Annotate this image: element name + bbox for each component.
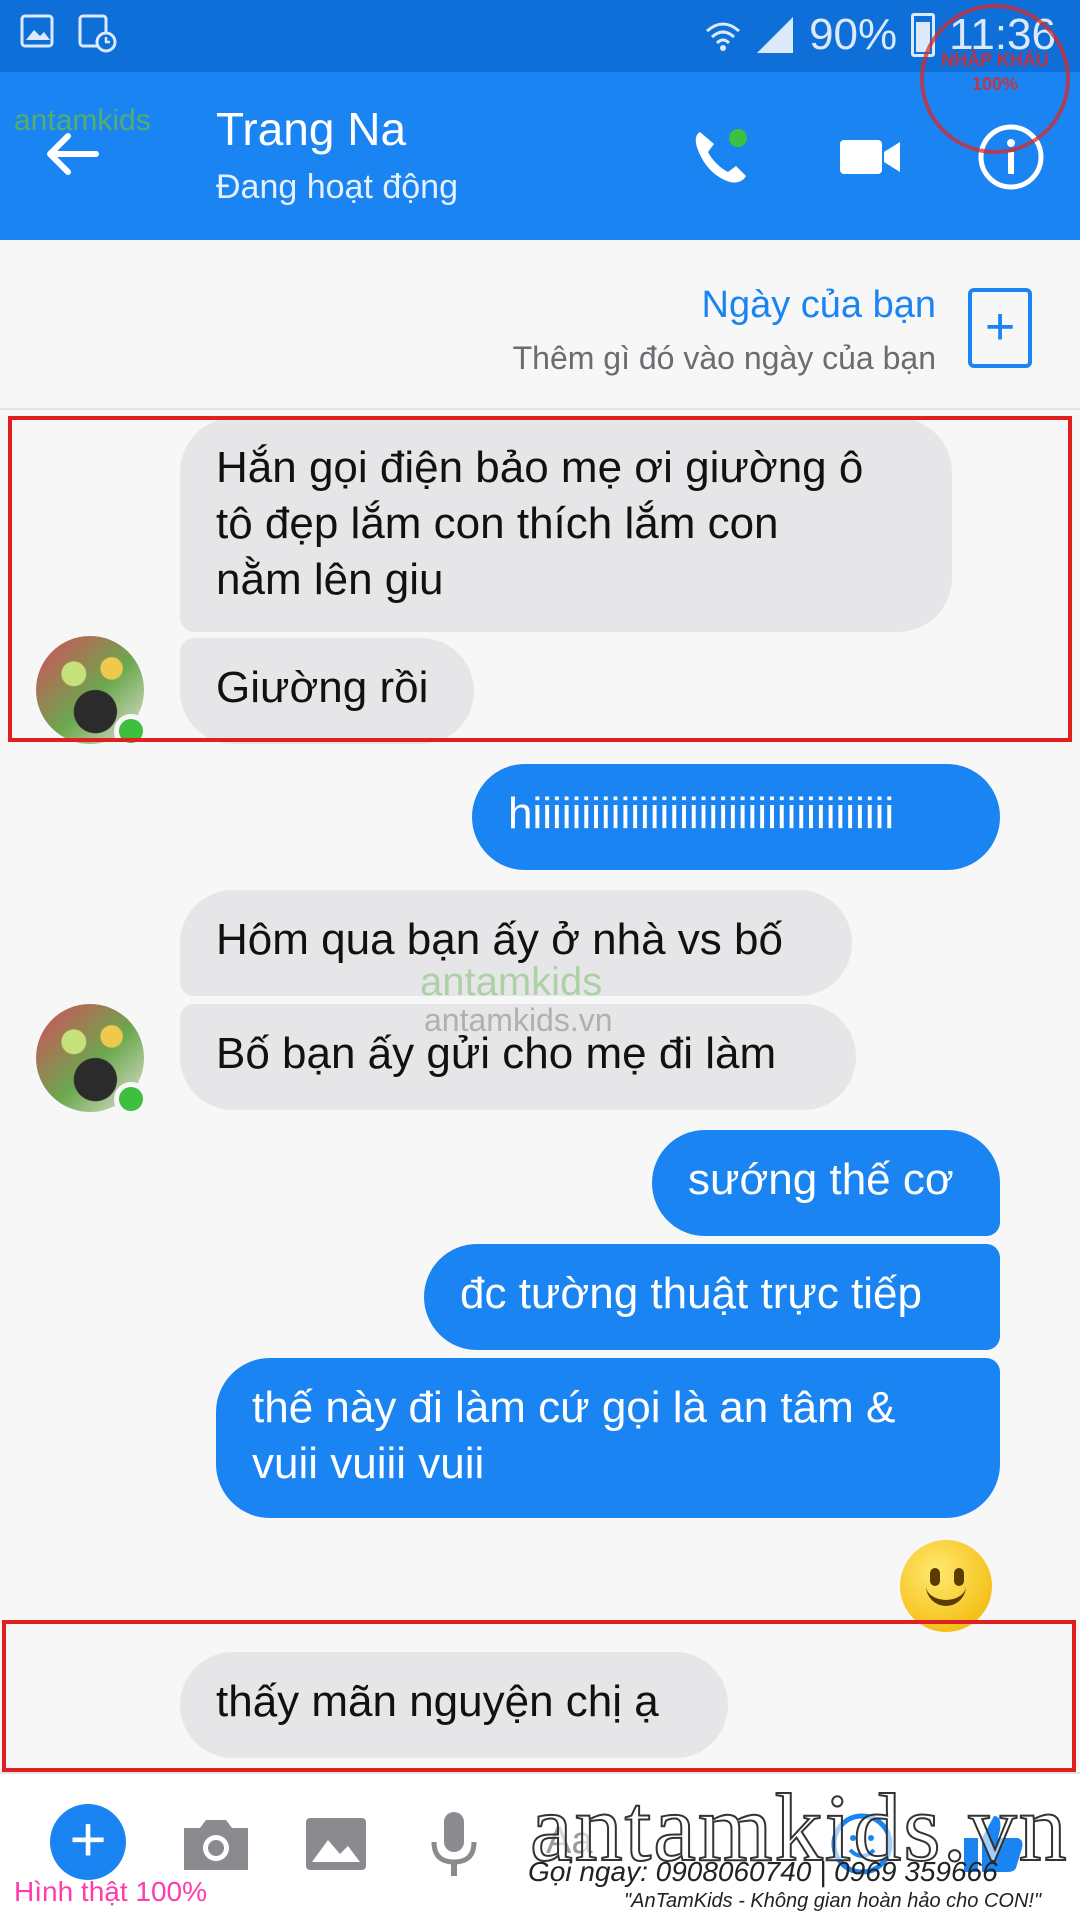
contact-name[interactable]: Trang Na	[216, 102, 406, 156]
video-icon[interactable]	[836, 122, 906, 192]
plus-icon[interactable]: +	[50, 1804, 126, 1880]
watermark-logo: antamkids	[14, 104, 151, 137]
status-bar: 90% 11:36	[0, 0, 1080, 72]
smiley-emoji	[900, 1540, 992, 1632]
watermark-phone: Gọi ngay: 0908060740 | 0969 359666	[528, 1856, 998, 1887]
signal-icon	[757, 17, 794, 53]
image-icon[interactable]	[296, 1804, 376, 1884]
highlight-box	[8, 416, 1072, 742]
watermark-slogan: "AnTamKids - Không gian hoàn hảo cho CON…	[624, 1890, 1042, 1912]
online-indicator	[114, 1082, 148, 1116]
contact-status: Đang hoạt động	[216, 168, 458, 206]
highlight-box	[2, 1620, 1076, 1772]
phone-icon[interactable]	[686, 122, 756, 192]
microphone-icon[interactable]	[414, 1804, 494, 1884]
day-subtitle: Thêm gì đó vào ngày của bạn	[512, 340, 936, 376]
day-section: Ngày của bạn Thêm gì đó vào ngày của bạn…	[0, 240, 1080, 410]
message-bubble[interactable]: sướng thế cơ	[652, 1130, 1000, 1236]
camera-icon[interactable]	[176, 1804, 256, 1884]
alarm-icon	[78, 14, 117, 53]
avatar[interactable]	[36, 1004, 148, 1116]
battery-percent: 90%	[809, 10, 898, 59]
conversation-header: Trang Na Đang hoạt động	[0, 72, 1080, 240]
watermark-logo-center: antamkids	[420, 960, 603, 1004]
gallery-icon	[20, 14, 54, 48]
message-bubble[interactable]: thế này đi làm cứ gọi là an tâm & vuii v…	[216, 1358, 1000, 1518]
watermark-url: antamkids.vn	[424, 1002, 613, 1038]
add-day-button[interactable]: +	[968, 288, 1032, 368]
message-bubble[interactable]: đc tường thuật trực tiếp	[424, 1244, 1000, 1350]
watermark-real-photo: Hình thật 100%	[14, 1876, 208, 1907]
day-title[interactable]: Ngày của bạn	[702, 284, 937, 327]
message-bubble[interactable]: hiiiiiiiiiiiiiiiiiiiiiiiiiiiiiiiiiiiii	[472, 764, 1000, 870]
import-stamp: NHẬP KHẨU 100%	[920, 4, 1070, 154]
wifi-icon	[706, 22, 741, 51]
